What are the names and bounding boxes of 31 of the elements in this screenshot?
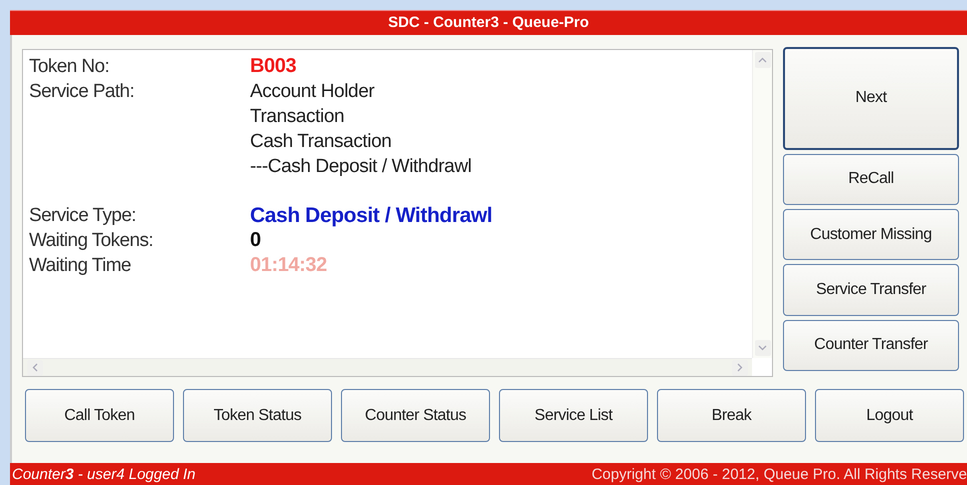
action-button[interactable]: Token Status bbox=[183, 389, 332, 442]
action-button[interactable]: ReCall bbox=[783, 154, 959, 205]
copyright-text: Copyright © 2006 - 2012, Queue Pro. All Rights Reserve bbox=[592, 466, 967, 482]
field-label: Service Path: bbox=[29, 80, 136, 104]
window-title: SDC - Counter3 - Queue-Pro bbox=[10, 10, 967, 35]
field-value: Cash Transaction bbox=[250, 130, 392, 154]
scroll-up-icon[interactable] bbox=[754, 52, 770, 68]
action-button[interactable]: Break bbox=[657, 389, 806, 442]
action-button[interactable]: Service List bbox=[499, 389, 648, 442]
field-value: B003 bbox=[250, 54, 296, 79]
field-value: 0 bbox=[250, 228, 261, 253]
field-label: Token No: bbox=[29, 55, 110, 79]
field-label: Waiting Tokens: bbox=[29, 229, 154, 253]
action-button[interactable]: Logout bbox=[815, 389, 964, 442]
field-label: Service Type: bbox=[29, 204, 137, 228]
action-button[interactable]: Service Transfer bbox=[783, 264, 959, 316]
field-label: Waiting Time bbox=[29, 254, 132, 278]
login-status: Counter3 - user4 Logged In bbox=[12, 466, 196, 482]
action-button[interactable]: Next bbox=[783, 47, 959, 150]
action-button[interactable]: Counter Status bbox=[341, 389, 490, 442]
field-value: Account Holder bbox=[250, 80, 376, 104]
field-value: 01:14:32 bbox=[250, 253, 327, 278]
field-value: ---Cash Deposit / Withdrawl bbox=[250, 155, 472, 179]
field-value: Transaction bbox=[250, 105, 346, 129]
scroll-down-icon[interactable] bbox=[754, 340, 770, 356]
action-button[interactable]: Customer Missing bbox=[783, 209, 959, 260]
horizontal-scrollbar[interactable] bbox=[23, 358, 752, 376]
field-value: Cash Deposit / Withdrawl bbox=[250, 203, 492, 228]
action-button[interactable]: Call Token bbox=[25, 389, 174, 442]
vertical-scrollbar[interactable] bbox=[752, 50, 772, 358]
action-button[interactable]: Counter Transfer bbox=[783, 320, 959, 371]
